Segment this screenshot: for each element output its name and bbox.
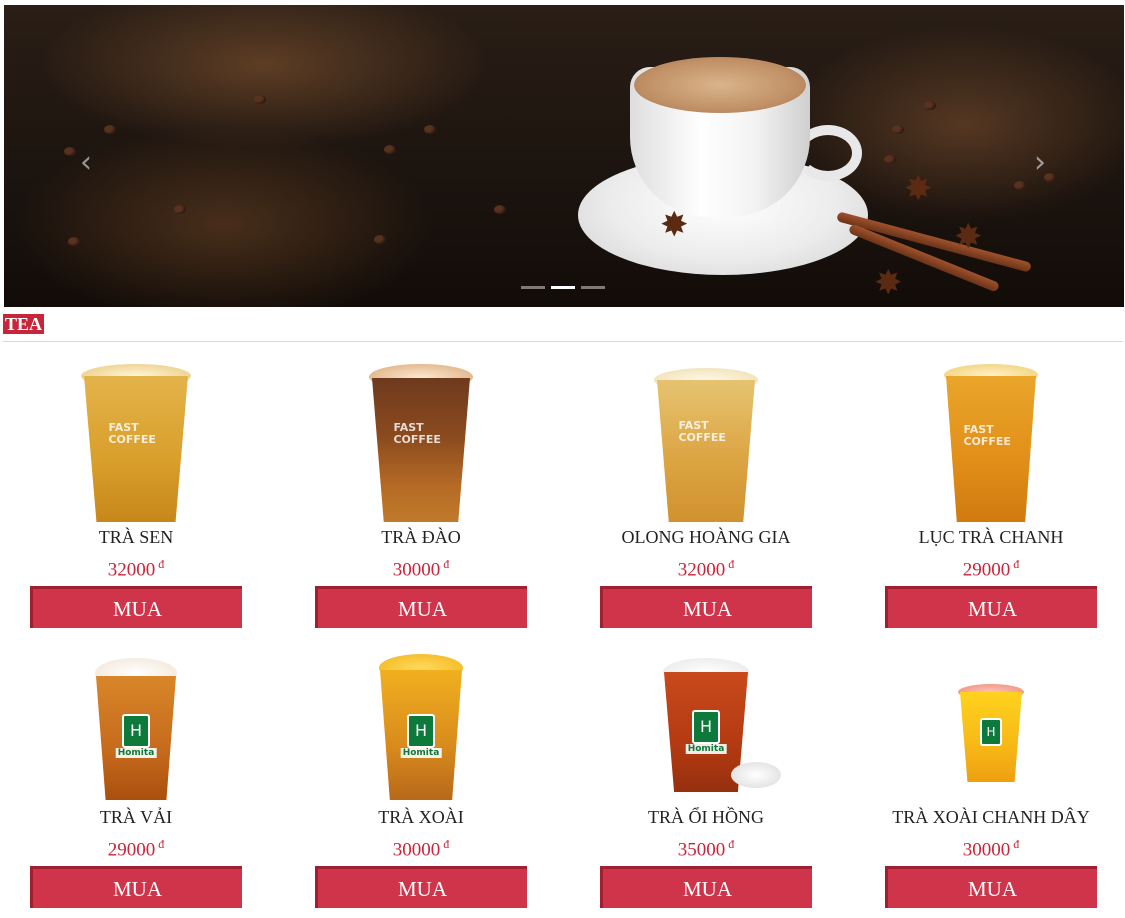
coffee-bean-decoration bbox=[64, 147, 76, 156]
coffee-bean-decoration bbox=[1014, 181, 1026, 190]
star-anise-image: ✸ bbox=[954, 219, 983, 256]
product-name[interactable]: TRÀ SEN bbox=[29, 526, 243, 548]
slider-indicators bbox=[521, 286, 605, 289]
cup-brand-text: FAST COFFEE bbox=[108, 421, 156, 446]
currency-symbol: đ bbox=[158, 837, 165, 851]
product-price: 35000 đ bbox=[677, 837, 735, 861]
currency-symbol: đ bbox=[1013, 557, 1020, 571]
product-image: H Homita bbox=[599, 642, 813, 802]
product-price: 32000 đ bbox=[107, 557, 165, 581]
currency-symbol: đ bbox=[1013, 837, 1020, 851]
product-price: 30000 đ bbox=[392, 837, 450, 861]
cup-brand-text: FAST COFFEE bbox=[393, 421, 441, 446]
cup-brand-text: Homita bbox=[400, 748, 442, 758]
product-price: 29000 đ bbox=[962, 557, 1020, 581]
buy-button[interactable]: MUA bbox=[885, 586, 1097, 629]
coffee-bean-decoration bbox=[924, 101, 936, 110]
product-name[interactable]: TRÀ VẢI bbox=[29, 806, 243, 828]
coffee-bean-decoration bbox=[892, 125, 904, 134]
hero-slider[interactable]: ✸ ✸ ✸ ✸ ‹ › bbox=[4, 5, 1124, 307]
product-price: 29000 đ bbox=[107, 837, 165, 861]
product-name[interactable]: OLONG HOÀNG GIA bbox=[599, 526, 813, 548]
homita-logo-icon: H bbox=[692, 710, 720, 744]
buy-button[interactable]: MUA bbox=[30, 586, 242, 629]
star-anise-image: ✸ bbox=[874, 265, 903, 302]
buy-button[interactable]: MUA bbox=[315, 586, 527, 629]
slider-dot[interactable] bbox=[581, 286, 605, 289]
product-image: H Homita bbox=[29, 642, 243, 802]
coffee-bean-decoration bbox=[104, 125, 116, 134]
slider-dot-active[interactable] bbox=[551, 286, 575, 289]
product-price: 30000 đ bbox=[392, 557, 450, 581]
coffee-bean-decoration bbox=[494, 205, 506, 214]
currency-symbol: đ bbox=[728, 557, 735, 571]
section-title: TEA bbox=[3, 314, 45, 334]
chevron-left-icon[interactable]: ‹ bbox=[80, 145, 92, 180]
product-name[interactable]: TRÀ ĐÀO bbox=[314, 526, 528, 548]
chevron-right-icon[interactable]: › bbox=[1034, 145, 1046, 180]
tea-cup-image bbox=[946, 376, 1036, 522]
currency-symbol: đ bbox=[443, 837, 450, 851]
section-divider bbox=[3, 341, 1123, 342]
cappuccino-foam-image bbox=[634, 57, 806, 113]
coffee-bean-decoration bbox=[174, 205, 186, 214]
product-card: FAST COFFEE TRÀ ĐÀO 30000 đ MUA bbox=[314, 362, 528, 629]
product-price: 32000 đ bbox=[677, 557, 735, 581]
product-image: FAST COFFEE bbox=[599, 362, 813, 522]
currency-symbol: đ bbox=[728, 837, 735, 851]
cup-brand-text: FAST COFFEE bbox=[963, 423, 1011, 448]
homita-logo-icon: H bbox=[407, 714, 435, 748]
product-price: 30000 đ bbox=[962, 837, 1020, 861]
star-anise-image: ✸ bbox=[904, 171, 933, 208]
coffee-bean-decoration bbox=[68, 237, 80, 246]
buy-button[interactable]: MUA bbox=[885, 866, 1097, 909]
tea-cup-image bbox=[372, 378, 470, 522]
buy-button[interactable]: MUA bbox=[30, 866, 242, 909]
coffee-bean-decoration bbox=[384, 145, 396, 154]
tea-cup-image bbox=[84, 376, 188, 522]
product-card: FAST COFFEE OLONG HOÀNG GIA 32000 đ MUA bbox=[599, 362, 813, 629]
product-name[interactable]: TRÀ ỔI HỒNG bbox=[599, 806, 813, 828]
product-card: H Homita TRÀ ỔI HỒNG 35000 đ MUA bbox=[599, 642, 813, 909]
product-card: FAST COFFEE TRÀ SEN 32000 đ MUA bbox=[29, 362, 243, 629]
product-name[interactable]: TRÀ XOÀI bbox=[314, 806, 528, 828]
product-image: H bbox=[884, 642, 1098, 802]
tea-cup-image bbox=[657, 380, 755, 522]
jelly-topping-image bbox=[731, 762, 781, 788]
coffee-bean-decoration bbox=[424, 125, 436, 134]
homita-logo-icon: H bbox=[122, 714, 150, 748]
buy-button[interactable]: MUA bbox=[600, 866, 812, 909]
product-name[interactable]: LỤC TRÀ CHANH bbox=[884, 526, 1098, 548]
cup-brand-text: Homita bbox=[115, 748, 157, 758]
product-card: FAST COFFEE LỤC TRÀ CHANH 29000 đ MUA bbox=[884, 362, 1098, 629]
cup-brand-text: FAST COFFEE bbox=[678, 419, 726, 444]
star-anise-image: ✸ bbox=[660, 207, 689, 244]
product-image: FAST COFFEE bbox=[314, 362, 528, 522]
buy-button[interactable]: MUA bbox=[600, 586, 812, 629]
coffee-bean-decoration bbox=[884, 155, 896, 164]
product-card: H Homita TRÀ XOÀI 30000 đ MUA bbox=[314, 642, 528, 909]
product-name[interactable]: TRÀ XOÀI CHANH DÂY bbox=[884, 806, 1098, 828]
cup-brand-text: Homita bbox=[685, 744, 727, 754]
currency-symbol: đ bbox=[158, 557, 165, 571]
product-card: H Homita TRÀ VẢI 29000 đ MUA bbox=[29, 642, 243, 909]
product-card: H TRÀ XOÀI CHANH DÂY 30000 đ MUA bbox=[884, 642, 1098, 909]
currency-symbol: đ bbox=[443, 557, 450, 571]
product-image: H Homita bbox=[314, 642, 528, 802]
buy-button[interactable]: MUA bbox=[315, 866, 527, 909]
product-image: FAST COFFEE bbox=[29, 362, 243, 522]
homita-logo-icon: H bbox=[980, 718, 1002, 746]
coffee-bean-decoration bbox=[374, 235, 386, 244]
product-image: FAST COFFEE bbox=[884, 362, 1098, 522]
coffee-bean-decoration bbox=[254, 95, 266, 104]
slider-dot[interactable] bbox=[521, 286, 545, 289]
